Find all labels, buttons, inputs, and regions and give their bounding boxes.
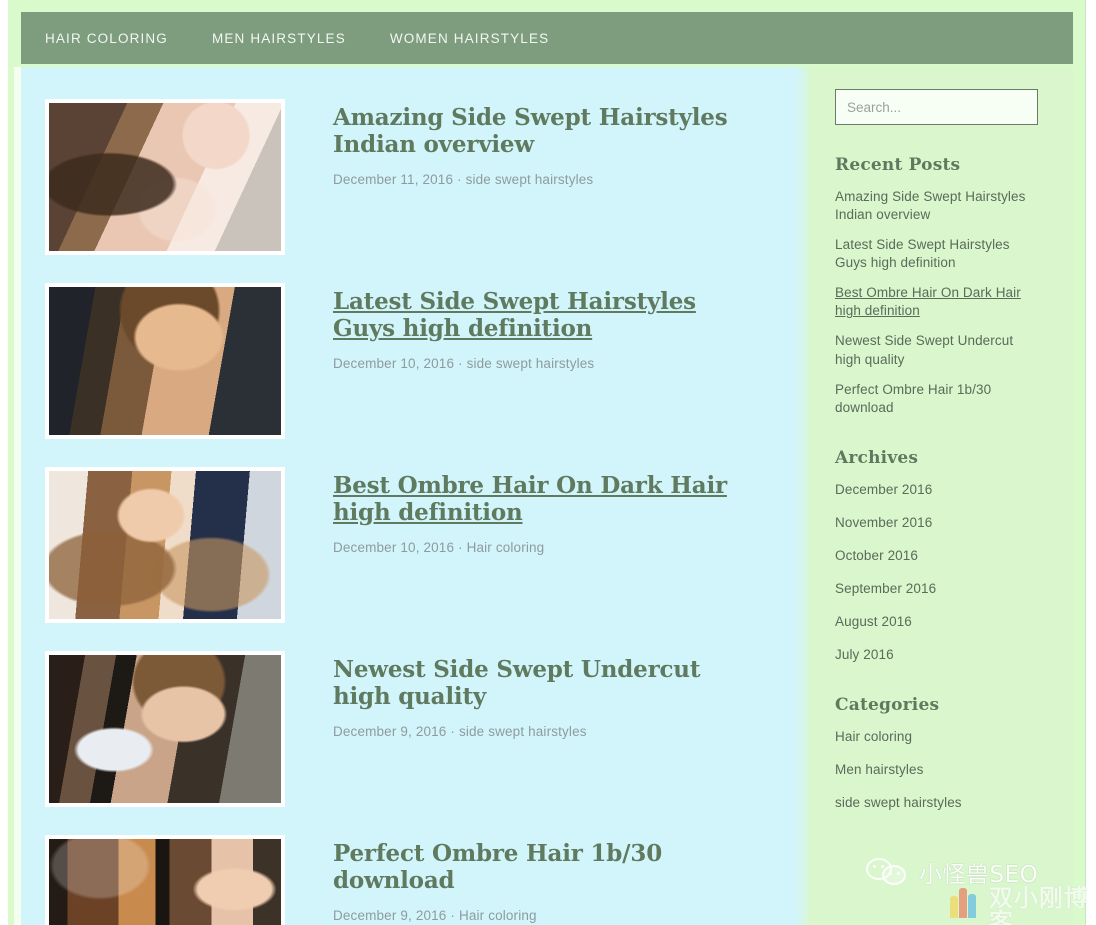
post-title-link[interactable]: Best Ombre Hair On Dark Hair high defini… bbox=[333, 472, 743, 527]
archives-widget: Archives December 2016 November 2016 Octob… bbox=[835, 448, 1047, 664]
content-column: Amazing Side Swept Hairstyles Indian ove… bbox=[21, 67, 808, 925]
categories-widget: Categories Hair coloring Men hairstyles si… bbox=[835, 695, 1047, 812]
list-item: Amazing Side Swept Hairstyles Indian ove… bbox=[835, 188, 1047, 224]
archive-link[interactable]: July 2016 bbox=[835, 646, 894, 664]
list-item: Latest Side Swept Hairstyles Guys high d… bbox=[835, 236, 1047, 272]
recent-posts-heading: Recent Posts bbox=[835, 155, 961, 175]
post-thumbnail[interactable] bbox=[45, 651, 285, 807]
post-date: December 10, 2016 bbox=[333, 539, 455, 555]
post-title-link[interactable]: Perfect Ombre Hair 1b/30 download bbox=[333, 840, 743, 895]
post-body: Best Ombre Hair On Dark Hair high defini… bbox=[285, 463, 808, 555]
recent-posts-list: Amazing Side Swept Hairstyles Indian ove… bbox=[835, 188, 1047, 417]
post-date: December 11, 2016 bbox=[333, 171, 454, 187]
list-item: Men hairstyles bbox=[835, 761, 1047, 779]
post-thumbnail[interactable] bbox=[45, 99, 285, 255]
post-thumbnail[interactable] bbox=[45, 835, 285, 925]
main-navigation: HAIR COLORING MEN HAIRSTYLES WOMEN HAIRSTY… bbox=[21, 12, 1073, 64]
recent-post-link[interactable]: Best Ombre Hair On Dark Hair high defini… bbox=[835, 284, 1041, 320]
category-link[interactable]: Men hairstyles bbox=[835, 761, 923, 779]
post-meta: December 11, 2016 · side swept hairstyle… bbox=[333, 172, 808, 187]
list-item: Perfect Ombre Hair 1b/30 download bbox=[835, 381, 1047, 417]
post-meta: December 9, 2016 · Hair coloring bbox=[333, 908, 808, 923]
nav-hair-coloring[interactable]: HAIR COLORING bbox=[45, 31, 168, 46]
archive-link[interactable]: September 2016 bbox=[835, 580, 936, 598]
list-item: Hair coloring bbox=[835, 728, 1047, 746]
recent-post-link[interactable]: Latest Side Swept Hairstyles Guys high d… bbox=[835, 236, 1041, 272]
list-item: November 2016 bbox=[835, 514, 1047, 532]
list-item: side swept hairstyles bbox=[835, 794, 1047, 812]
post-meta: December 9, 2016 · side swept hairstyles bbox=[333, 724, 808, 739]
recent-posts-widget: Recent Posts Amazing Side Swept Hairstyl… bbox=[835, 155, 1047, 417]
post-date: December 9, 2016 bbox=[333, 723, 447, 739]
post-category-link[interactable]: Hair coloring bbox=[467, 540, 545, 555]
post-thumbnail-image bbox=[49, 839, 281, 925]
archive-link[interactable]: October 2016 bbox=[835, 547, 918, 565]
post-thumbnail-image bbox=[49, 655, 281, 803]
post-list: Amazing Side Swept Hairstyles Indian ove… bbox=[21, 67, 808, 925]
page-root: HAIR COLORING MEN HAIRSTYLES WOMEN HAIRSTY… bbox=[0, 0, 1096, 925]
post-title-link[interactable]: Newest Side Swept Undercut high quality bbox=[333, 656, 743, 711]
post-body: Latest Side Swept Hairstyles Guys high d… bbox=[285, 279, 808, 371]
sidebar: Recent Posts Amazing Side Swept Hairstyl… bbox=[808, 67, 1073, 925]
recent-post-link[interactable]: Amazing Side Swept Hairstyles Indian ove… bbox=[835, 188, 1041, 224]
post-date: December 9, 2016 bbox=[333, 907, 447, 923]
post-body: Amazing Side Swept Hairstyles Indian ove… bbox=[285, 95, 808, 187]
post-body: Perfect Ombre Hair 1b/30 download Decembe… bbox=[285, 831, 808, 923]
list-item: Newest Side Swept Undercut high quality bbox=[835, 332, 1047, 368]
post-item: Best Ombre Hair On Dark Hair high defini… bbox=[21, 463, 808, 623]
category-link[interactable]: Hair coloring bbox=[835, 728, 912, 746]
list-item: August 2016 bbox=[835, 613, 1047, 631]
right-gutter-line bbox=[1085, 0, 1086, 925]
nav-women-hairstyles[interactable]: WOMEN HAIRSTYLES bbox=[390, 31, 549, 46]
wechat-bubbles-icon bbox=[866, 858, 912, 886]
post-title-link[interactable]: Amazing Side Swept Hairstyles Indian ove… bbox=[333, 104, 743, 159]
archives-heading: Archives bbox=[835, 447, 919, 468]
list-item: September 2016 bbox=[835, 580, 1047, 598]
categories-heading: Categories bbox=[835, 695, 940, 716]
post-meta: December 10, 2016 · side swept hairstyle… bbox=[333, 356, 808, 371]
post-category-link[interactable]: Hair coloring bbox=[459, 908, 537, 923]
post-thumbnail[interactable] bbox=[45, 467, 285, 623]
post-item: Latest Side Swept Hairstyles Guys high d… bbox=[21, 279, 808, 439]
list-item: December 2016 bbox=[835, 481, 1047, 499]
post-date: December 10, 2016 bbox=[333, 355, 455, 371]
post-body: Newest Side Swept Undercut high quality D… bbox=[285, 647, 808, 739]
category-link[interactable]: side swept hairstyles bbox=[835, 794, 962, 812]
post-title-link[interactable]: Latest Side Swept Hairstyles Guys high d… bbox=[333, 288, 743, 343]
post-meta: December 10, 2016 · Hair coloring bbox=[333, 540, 808, 555]
archives-list: December 2016 November 2016 October 2016 Se… bbox=[835, 481, 1047, 664]
archive-link[interactable]: November 2016 bbox=[835, 514, 932, 532]
recent-post-link[interactable]: Newest Side Swept Undercut high quality bbox=[835, 332, 1041, 368]
archive-link[interactable]: December 2016 bbox=[835, 481, 932, 499]
post-item: Amazing Side Swept Hairstyles Indian ove… bbox=[21, 95, 808, 255]
post-category-link[interactable]: side swept hairstyles bbox=[467, 356, 595, 371]
post-thumbnail-image bbox=[49, 287, 281, 435]
blog-watermark-text: 双小刚博客 bbox=[988, 884, 1089, 925]
recent-post-link[interactable]: Perfect Ombre Hair 1b/30 download bbox=[835, 381, 1041, 417]
post-category-link[interactable]: side swept hairstyles bbox=[466, 172, 594, 187]
post-thumbnail[interactable] bbox=[45, 283, 285, 439]
blog-watermark: 双小刚博客 shuangxiaogang.com bbox=[950, 886, 1096, 925]
post-thumbnail-image bbox=[49, 471, 281, 619]
blog-logo-icon bbox=[950, 886, 983, 918]
search-input[interactable] bbox=[835, 89, 1038, 125]
list-item: October 2016 bbox=[835, 547, 1047, 565]
list-item: July 2016 bbox=[835, 646, 1047, 664]
categories-list: Hair coloring Men hairstyles side swept ha… bbox=[835, 728, 1047, 812]
list-item: Best Ombre Hair On Dark Hair high defini… bbox=[835, 284, 1047, 320]
post-item: Perfect Ombre Hair 1b/30 download Decembe… bbox=[21, 831, 808, 925]
nav-men-hairstyles[interactable]: MEN HAIRSTYLES bbox=[212, 31, 346, 46]
post-thumbnail-image bbox=[49, 103, 281, 251]
post-item: Newest Side Swept Undercut high quality D… bbox=[21, 647, 808, 807]
post-category-link[interactable]: side swept hairstyles bbox=[459, 724, 587, 739]
archive-link[interactable]: August 2016 bbox=[835, 613, 912, 631]
